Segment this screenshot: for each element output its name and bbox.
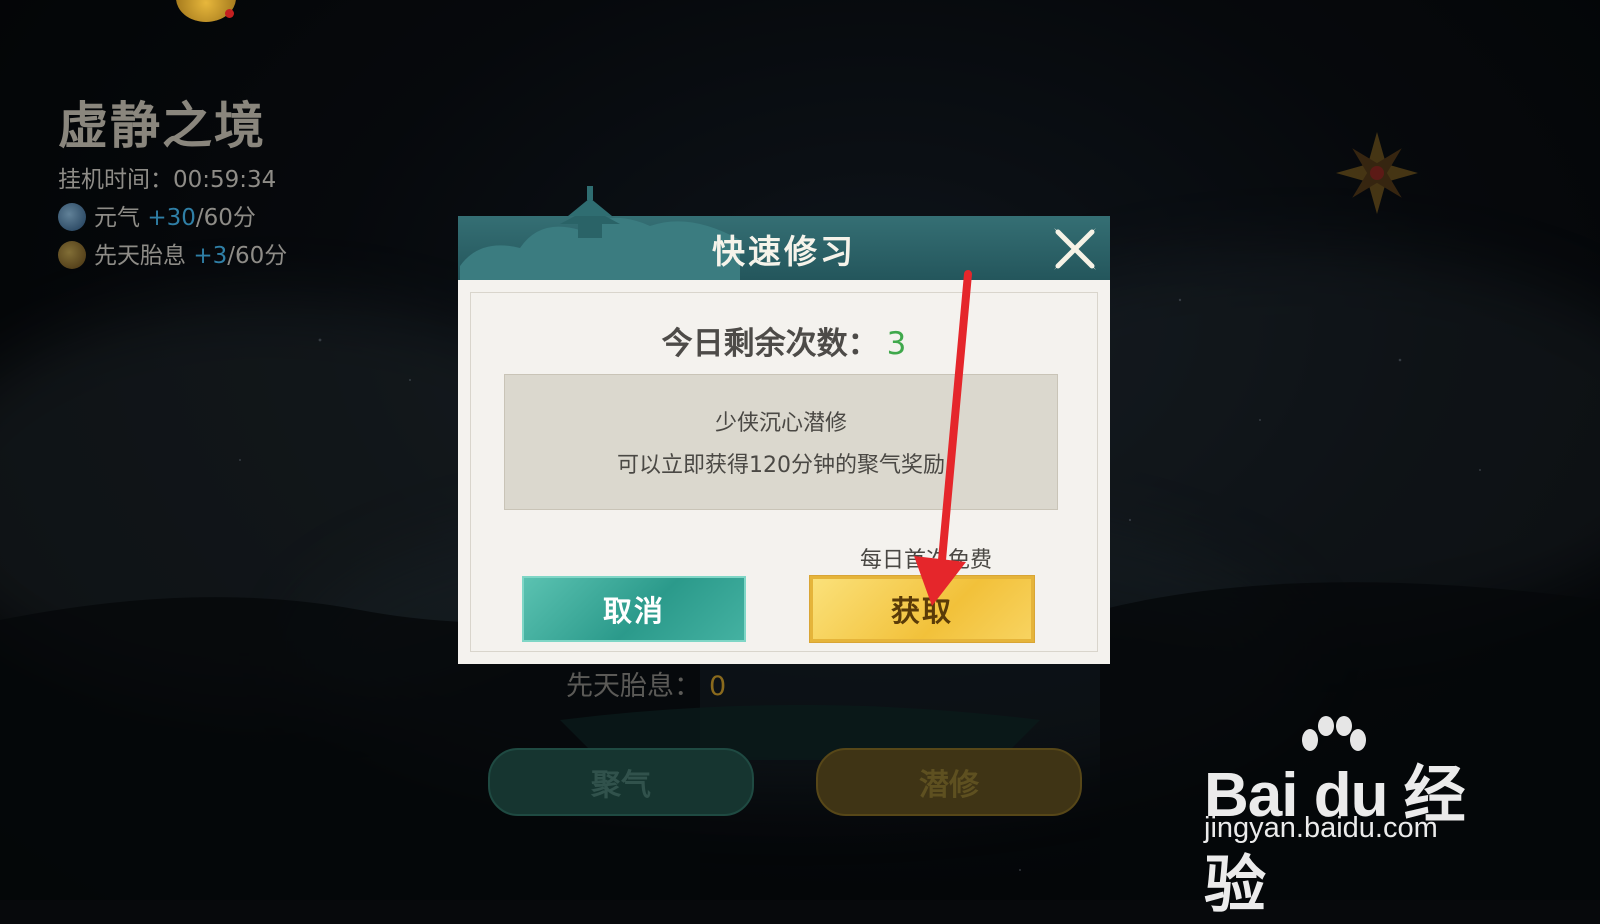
yuanqi-label: 元气: [94, 205, 140, 231]
watermark-url: jingyan.baidu.com: [1204, 812, 1438, 844]
obtain-button[interactable]: 获取: [810, 576, 1034, 642]
realm-title: 虚静之境: [58, 96, 266, 155]
dialog-body: 今日剩余次数： 3 少侠沉心潜修 可以立即获得120分钟的聚气奖励 每日首次免费 …: [458, 280, 1110, 664]
dialog-title: 快速修习: [712, 232, 856, 271]
description-box: 少侠沉心潜修 可以立即获得120分钟的聚气奖励: [504, 374, 1058, 510]
qianxiu-button[interactable]: 潜修: [816, 748, 1082, 816]
idle-time-line: 挂机时间：00:59:34: [58, 160, 276, 194]
description-line-2: 可以立即获得120分钟的聚气奖励: [617, 453, 945, 478]
close-icon[interactable]: [1048, 222, 1102, 276]
juqi-button[interactable]: 聚气: [488, 748, 754, 816]
xiantian-line: 先天胎息 +3/60分: [58, 236, 287, 270]
description-line-1: 少侠沉心潜修: [714, 411, 847, 436]
quick-cultivation-dialog: 快速修习 今日剩余次数： 3 少侠沉心潜修 可以立即获得120分钟的聚气奖励 每日…: [458, 186, 1110, 664]
background-xiantian-value: 0: [709, 671, 727, 702]
background-xiantian-stat: 先天胎息： 0: [566, 664, 726, 703]
yuanqi-orb-icon: [58, 203, 86, 231]
idle-time-value: 00:59:34: [173, 167, 277, 193]
yuanqi-line: 元气 +30/60分: [58, 198, 256, 232]
remaining-attempts: 今日剩余次数： 3: [458, 318, 1110, 363]
free-note: 每日首次免费: [859, 548, 992, 573]
xiantian-rate: /60分: [227, 243, 288, 269]
cancel-button[interactable]: 取消: [522, 576, 746, 642]
xiantian-label: 先天胎息: [94, 243, 186, 269]
star-emblem-icon[interactable]: [1336, 132, 1418, 214]
notification-dot-icon: [225, 9, 234, 18]
background-xiantian-label: 先天胎息：: [566, 671, 701, 702]
xiantian-plus: +3: [193, 243, 228, 269]
yuanqi-plus: +30: [147, 205, 196, 231]
baidu-jingyan-watermark: Bai du 经验 jingyan.baidu.com: [1204, 716, 1494, 920]
idle-time-label: 挂机时间：: [58, 167, 173, 193]
remaining-label: 今日剩余次数：: [661, 326, 879, 362]
yuanqi-rate: /60分: [195, 205, 256, 231]
xiantian-gold-icon: [58, 241, 86, 269]
remaining-count: 3: [886, 326, 907, 362]
